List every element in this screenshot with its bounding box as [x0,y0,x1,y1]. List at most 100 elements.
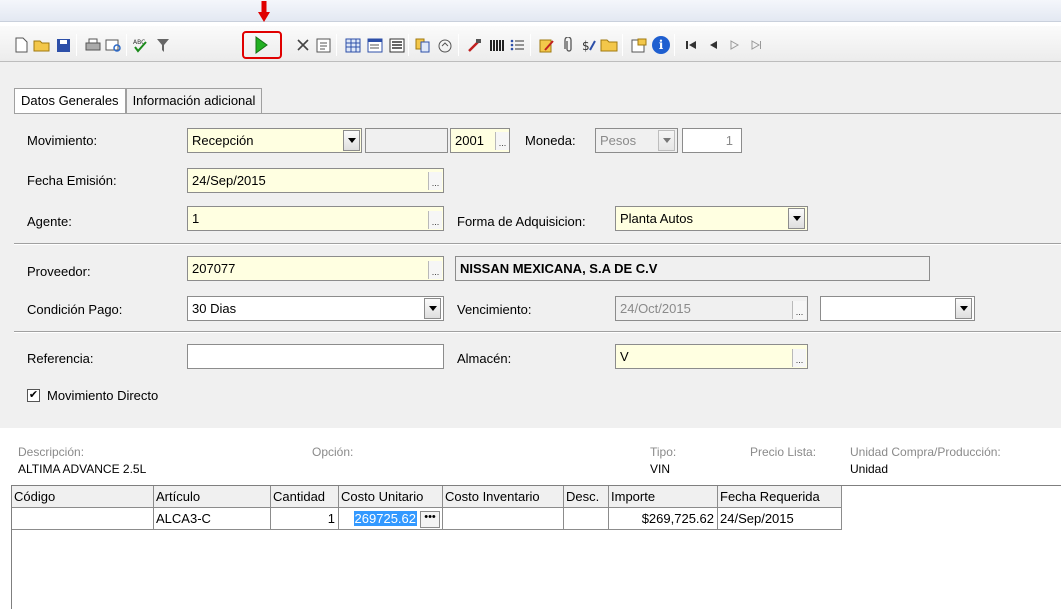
vencimiento-extra-select[interactable] [820,296,975,321]
toolbar-separator [622,34,623,56]
chevron-down-icon [959,306,968,311]
red-arrow-icon [258,1,270,22]
open-folder-icon[interactable] [33,36,51,54]
proveedor-lookup-button[interactable]: ... [428,261,442,279]
save-icon[interactable] [54,36,72,54]
section-divider-highlight [14,244,1061,245]
unidad-compra-value: Unidad [850,462,889,476]
tipo-cambio-field[interactable]: 1 [682,128,742,153]
movimiento-id-value: 2001 [455,133,484,148]
table-cell-fecha-requerida[interactable]: 24/Sep/2015 [718,508,842,530]
table-cell-articulo[interactable]: ALCA3-C [154,508,271,530]
proveedor-value: 207077 [192,261,236,276]
cancel-icon[interactable] [466,36,484,54]
unidad-compra-label: Unidad Compra/Producción: [850,445,1001,459]
window-top-strip [0,0,1061,22]
moneda-dropdown-button[interactable] [658,130,675,151]
last-icon[interactable] [748,36,766,54]
copy-icon[interactable] [414,36,432,54]
vencimiento-value: 24/Oct/2015 [620,301,691,316]
link-icon[interactable] [436,36,454,54]
proveedor-label: Proveedor: [27,264,91,279]
table-cell-costo-unitario[interactable]: 269725.62 ••• [339,508,443,530]
movimiento-id-lookup-button[interactable]: ... [495,132,509,150]
condicion-pago-select[interactable]: 30 Dias [187,296,444,321]
col-header-codigo[interactable]: Código [12,486,154,508]
prev-icon[interactable] [704,36,722,54]
col-header-costo-unitario[interactable]: Costo Unitario [339,486,443,508]
folder-icon[interactable] [600,36,618,54]
forma-adquisicion-select[interactable]: Planta Autos [615,206,808,231]
movimiento-select[interactable]: Recepción [187,128,362,153]
filter-icon[interactable] [154,36,172,54]
table-cell-cantidad[interactable]: 1 [271,508,339,530]
spellcheck-icon[interactable]: ABC [132,36,150,54]
referencia-label: Referencia: [27,351,94,366]
condicion-pago-label: Condición Pago: [27,302,123,317]
bullets-icon[interactable] [508,36,526,54]
grid-icon[interactable] [344,36,362,54]
forma-adquisicion-dropdown-button[interactable] [788,208,805,229]
next-icon[interactable] [726,36,744,54]
tipo-label: Tipo: [650,445,677,459]
tipo-cambio-value: 1 [725,133,733,148]
edit-icon[interactable] [538,36,556,54]
print-icon[interactable] [84,36,102,54]
new-icon[interactable] [12,36,30,54]
movimiento-extra-field [365,128,448,153]
notes-icon[interactable] [314,36,332,54]
print-preview-icon[interactable] [104,36,122,54]
col-header-importe[interactable]: Importe [609,486,718,508]
col-header-desc[interactable]: Desc. [564,486,609,508]
col-header-articulo[interactable]: Artículo [154,486,271,508]
table-cell-costo-inventario[interactable] [443,508,564,530]
columns-icon[interactable] [488,36,506,54]
col-header-fecha-requerida[interactable]: Fecha Requerida [718,486,842,508]
toolbar-separator [126,34,127,56]
vencimiento-extra-dropdown-button[interactable] [955,298,972,319]
attach-icon[interactable] [560,36,578,54]
proveedor-field[interactable]: 207077 [187,256,444,281]
agente-lookup-button[interactable]: ... [428,211,442,229]
forma-adquisicion-label: Forma de Adquisicion: [457,214,586,229]
tab-bar: Datos Generales Información adicional [14,88,263,115]
movimiento-dropdown-button[interactable] [343,130,360,151]
col-header-cantidad[interactable]: Cantidad [271,486,339,508]
table-cell-codigo[interactable] [12,508,154,530]
toolbar-separator [408,34,409,56]
tab-informacion-adicional[interactable]: Información adicional [125,88,263,114]
costo-unitario-ellipsis-button[interactable]: ••• [420,511,440,529]
run-button-highlight [242,31,282,59]
toolbar-separator [530,34,531,56]
info-icon[interactable]: i [652,36,670,54]
vencimiento-field[interactable]: 24/Oct/2015 [615,296,808,321]
properties-icon[interactable] [630,36,648,54]
movimiento-value: Recepción [192,133,254,148]
almacen-lookup-button[interactable]: ... [792,349,806,367]
fecha-emision-picker-button[interactable]: ... [428,172,442,190]
vencimiento-picker-button[interactable]: ... [792,301,806,319]
delete-icon[interactable] [294,36,312,54]
movimiento-directo-checkbox[interactable]: ✔ [27,389,40,402]
table-cell-importe[interactable]: $269,725.62 [609,508,718,530]
proveedor-nombre-value: NISSAN MEXICANA, S.A DE C.V [460,261,658,276]
toolbar-separator [336,34,337,56]
tipo-value: VIN [650,462,671,476]
movimiento-label: Movimiento: [27,133,98,148]
almacen-field[interactable]: V [615,344,808,369]
agente-field[interactable]: 1 [187,206,444,231]
table-cell-desc[interactable] [564,508,609,530]
referencia-field[interactable] [187,344,444,369]
costo-unitario-value[interactable]: 269725.62 [353,511,417,526]
money-icon[interactable]: $ [580,36,598,54]
form-icon[interactable] [366,36,384,54]
moneda-label: Moneda: [525,133,576,148]
first-icon[interactable] [682,36,700,54]
condicion-pago-dropdown-button[interactable] [424,298,441,319]
col-header-costo-inventario[interactable]: Costo Inventario [443,486,564,508]
tab-datos-generales[interactable]: Datos Generales [14,88,126,115]
list-icon[interactable] [388,36,406,54]
toolbar-separator [674,34,675,56]
fecha-emision-field[interactable]: 24/Sep/2015 [187,168,444,193]
opcion-label: Opción: [312,445,354,459]
